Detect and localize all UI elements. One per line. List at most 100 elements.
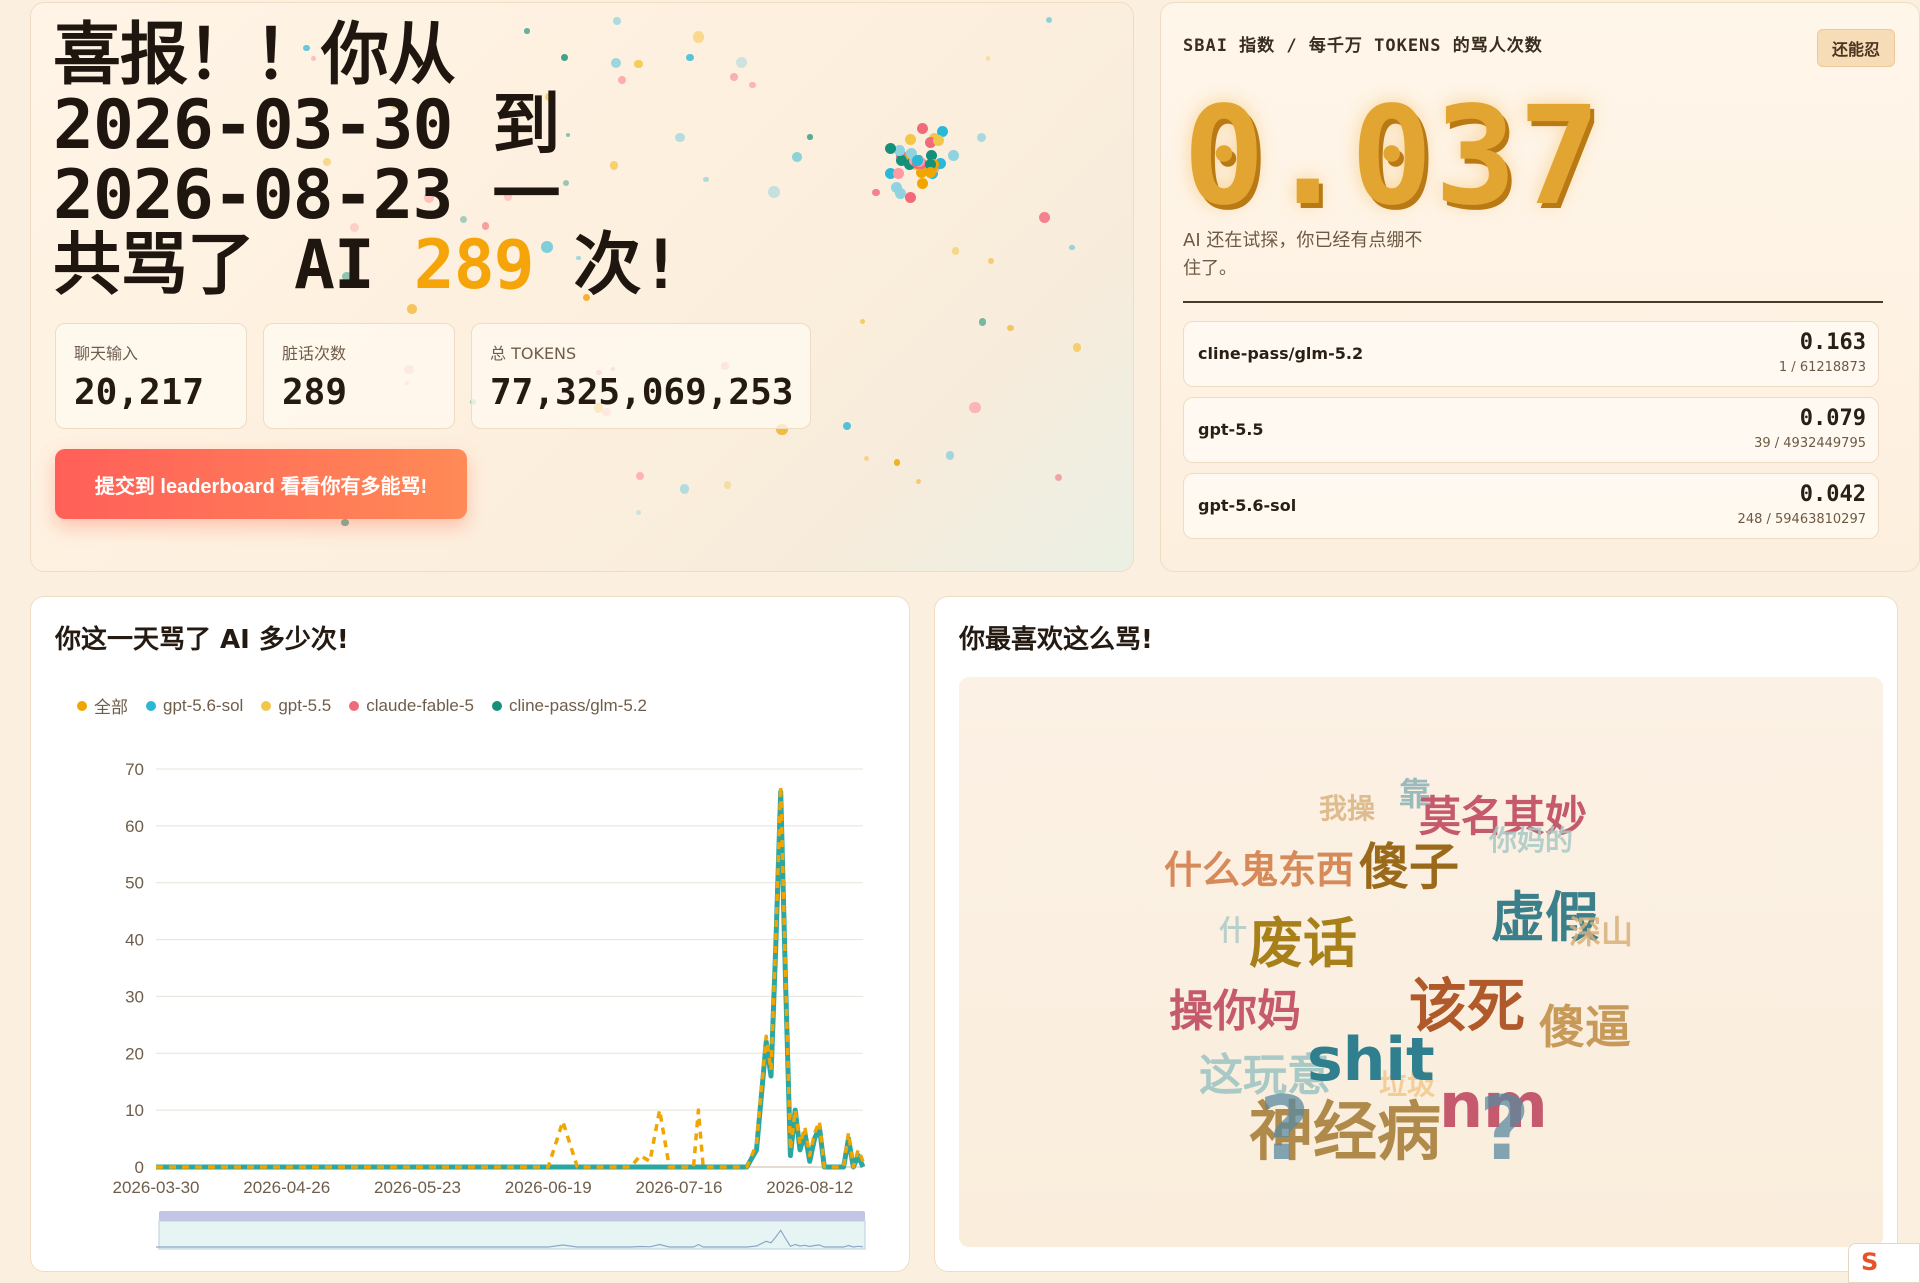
confetti-dot <box>807 134 813 140</box>
confetti-dot <box>948 149 960 161</box>
cloud-word: 废话 <box>1249 912 1357 975</box>
divider <box>1183 301 1883 303</box>
corner-app-badge[interactable]: S <box>1848 1243 1920 1283</box>
x-tick-label: 2026-08-12 <box>766 1178 853 1197</box>
y-tick-label: 70 <box>125 760 144 779</box>
model-row[interactable]: gpt-5.5 0.079 39 / 4932449795 <box>1183 397 1879 463</box>
cloud-word: 你妈的 <box>1489 824 1574 857</box>
x-tick-label: 2026-07-16 <box>636 1178 723 1197</box>
model-row[interactable]: gpt-5.6-sol 0.042 248 / 59463810297 <box>1183 473 1879 539</box>
model-row[interactable]: cline-pass/glm-5.2 0.163 1 / 61218873 <box>1183 321 1879 387</box>
confetti-dot <box>749 81 756 88</box>
index-description: AI 还在试探，你已经有点绷不住了。 <box>1183 230 1423 279</box>
confetti-dot <box>1046 16 1053 23</box>
confetti-dot <box>843 422 852 431</box>
model-detail: 1 / 61218873 <box>1778 360 1866 375</box>
confetti-dot <box>723 481 732 489</box>
x-tick-label: 2026-05-23 <box>374 1178 461 1197</box>
word-cloud-title: 你最喜欢这么骂! <box>959 625 1153 655</box>
confetti-dot <box>1039 211 1051 223</box>
confetti-dot <box>680 484 690 494</box>
stat-chat-inputs: 聊天输入 20,217 <box>55 323 247 429</box>
confetti-dot <box>894 459 901 466</box>
model-score: 0.163 <box>1799 330 1866 355</box>
model-detail: 39 / 4932449795 <box>1754 436 1866 451</box>
x-tick-label: 2026-06-19 <box>505 1178 592 1197</box>
x-tick-label: 2026-04-26 <box>243 1178 330 1197</box>
index-value: 0.037 <box>1183 78 1603 236</box>
confetti-dot <box>636 471 645 480</box>
confetti-dot <box>860 318 866 324</box>
cloud-word: ? <box>1479 1077 1531 1180</box>
index-title: SBAI 指数 / 每千万 TOKENS 的骂人次数 <box>1183 36 1543 56</box>
confetti-dot <box>932 134 944 146</box>
confetti-dot <box>636 509 642 515</box>
cloud-word: 什 <box>1219 914 1248 947</box>
hero-title-line: 2026-03-30 到 <box>53 86 560 165</box>
confetti-dot <box>729 73 738 81</box>
cloud-word: 操你妈 <box>1169 986 1301 1037</box>
hero-swear-count: 289 <box>413 226 535 305</box>
confetti-dot <box>905 192 917 204</box>
summary-hero-card: 喜报！！你从 2026-03-30 到 2026-08-23 一 共骂了 AI … <box>30 2 1134 572</box>
confetti-dot <box>768 186 781 199</box>
y-tick-label: 10 <box>125 1101 144 1120</box>
confetti-dot <box>985 56 991 61</box>
y-tick-label: 30 <box>125 987 144 1006</box>
confetti-dot <box>916 177 928 189</box>
confetti-dot <box>894 188 906 200</box>
confetti-dot <box>892 168 904 180</box>
confetti-dot <box>988 257 995 264</box>
confetti-dot <box>978 318 987 327</box>
word-cloud-card: 你最喜欢这么骂! 我操 靠 莫名其妙 你妈的 什么鬼东西 傻子 虚假 深山 什 … <box>934 596 1898 1272</box>
model-name: gpt-5.6-sol <box>1198 496 1297 515</box>
confetti-dot <box>703 176 709 183</box>
y-tick-label: 60 <box>125 817 144 836</box>
confetti-dot <box>969 401 981 414</box>
hero-title-line: 共骂了 AI <box>53 226 414 305</box>
zoom-slider-handle-bar <box>159 1211 865 1221</box>
model-score: 0.042 <box>1799 482 1866 507</box>
sbai-index-card: SBAI 指数 / 每千万 TOKENS 的骂人次数 还能忍 0.037 AI … <box>1160 2 1920 572</box>
confetti-dot <box>884 143 896 155</box>
y-tick-label: 0 <box>135 1158 144 1177</box>
confetti-dot <box>976 132 986 142</box>
confetti-dot <box>792 152 803 163</box>
confetti-dot <box>341 518 349 527</box>
stat-total-tokens: 总 TOKENS 77,325,069,253 <box>471 323 811 429</box>
cloud-word: 我操 <box>1319 792 1376 825</box>
hero-title-line: 次! <box>533 226 682 305</box>
hero-title: 喜报！！你从 2026-03-30 到 2026-08-23 一 共骂了 AI … <box>53 21 681 301</box>
stat-swear-count: 脏话次数 289 <box>263 323 455 429</box>
confetti-dot <box>863 455 869 461</box>
stat-label: 总 TOKENS <box>490 344 577 363</box>
x-tick-label: 2026-03-30 <box>113 1178 200 1197</box>
submit-leaderboard-button[interactable]: 提交到 leaderboard 看看你有多能骂! <box>55 449 467 519</box>
stat-value: 20,217 <box>74 372 205 413</box>
stat-label: 脏话次数 <box>282 344 347 363</box>
confetti-dot <box>686 53 694 62</box>
series-line-gpt-5-6-sol <box>156 789 866 1170</box>
confetti-dot <box>951 247 960 255</box>
confetti-dot <box>407 304 417 314</box>
y-tick-label: 20 <box>125 1044 144 1063</box>
hero-title-line: 2026-08-23 一 <box>53 156 560 235</box>
confetti-dot <box>915 479 921 485</box>
confetti-dot <box>872 188 880 197</box>
model-detail: 248 / 59463810297 <box>1737 512 1866 527</box>
confetti-dot <box>1069 244 1075 251</box>
tier-badge: 还能忍 <box>1816 29 1895 67</box>
hero-title-line: 喜报！！你从 <box>53 16 456 95</box>
cloud-word: 深山 <box>1569 913 1634 951</box>
model-name: cline-pass/glm-5.2 <box>1198 344 1364 363</box>
confetti-dot <box>916 122 928 134</box>
word-cloud: 我操 靠 莫名其妙 你妈的 什么鬼东西 傻子 虚假 深山 什 废话 操你妈 该死… <box>959 677 1883 1247</box>
confetti-dot <box>924 166 936 178</box>
confetti-dot <box>692 31 705 43</box>
confetti-dot <box>1072 343 1082 352</box>
y-tick-label: 40 <box>125 931 144 950</box>
model-name: gpt-5.5 <box>1198 420 1264 439</box>
confetti-dot <box>911 154 923 166</box>
stat-value: 77,325,069,253 <box>490 372 794 413</box>
y-tick-label: 50 <box>125 874 144 893</box>
